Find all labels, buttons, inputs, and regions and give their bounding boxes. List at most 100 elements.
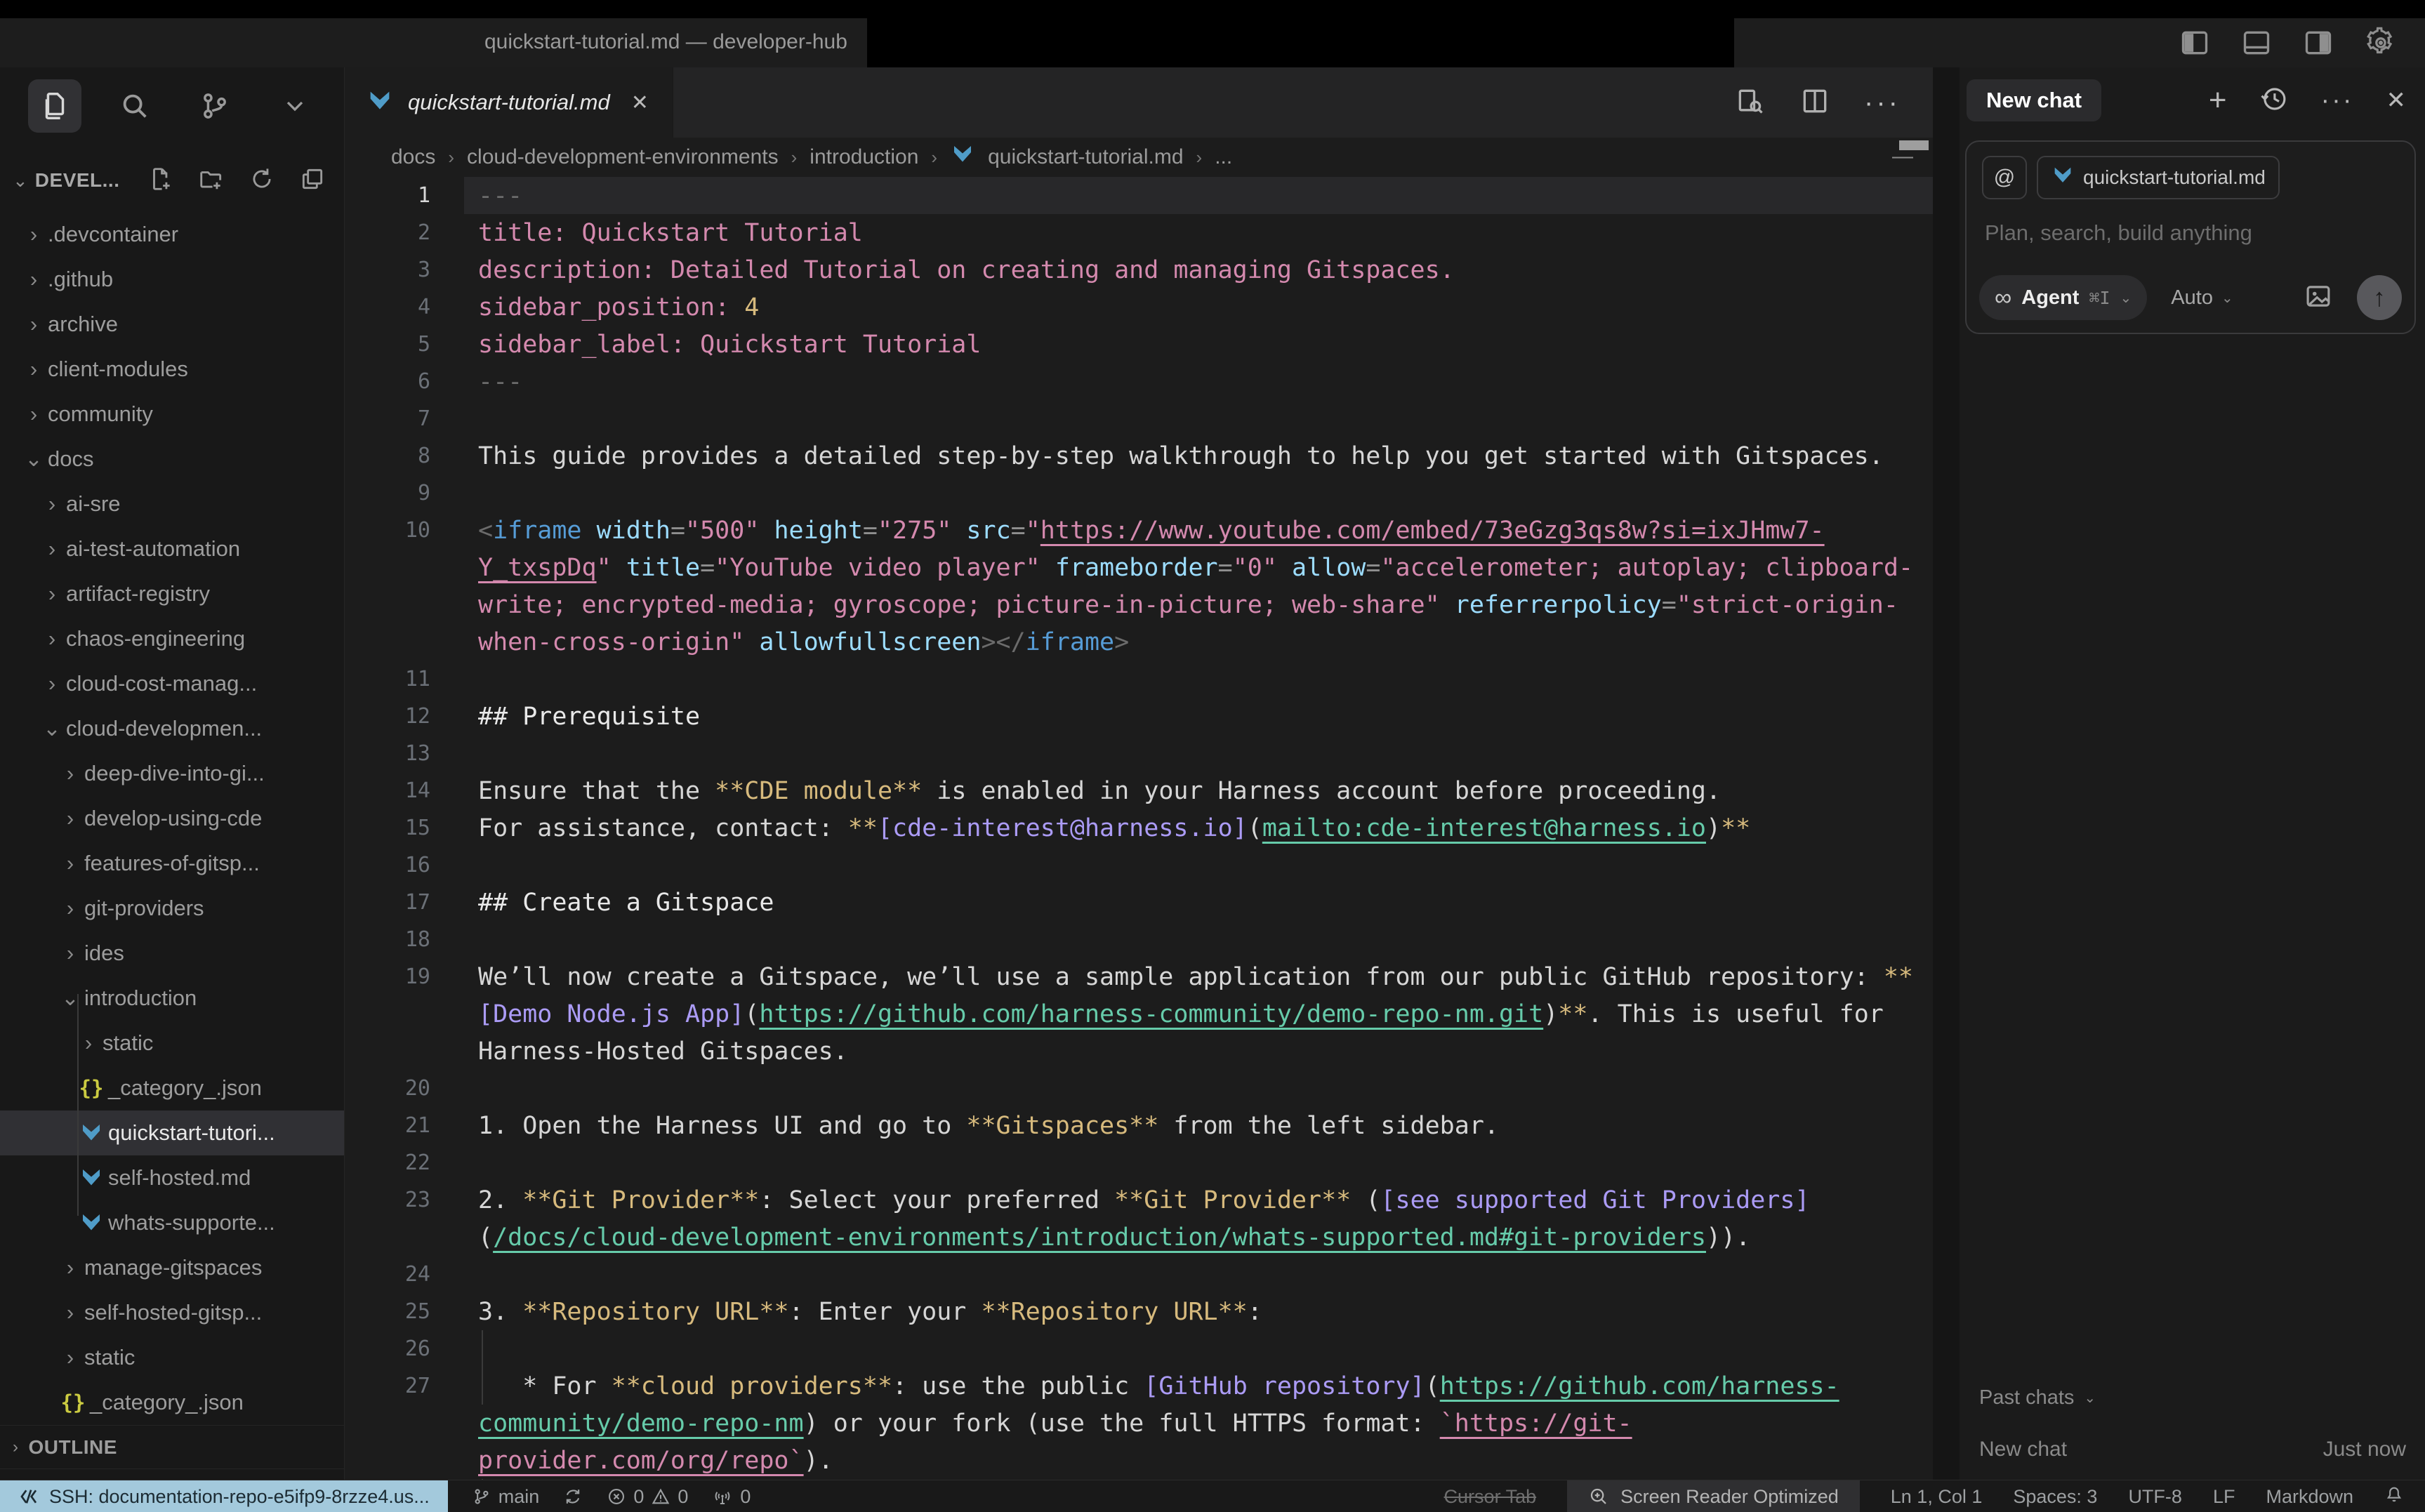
tree-item-artifact-registry[interactable]: ›artifact-registry <box>0 571 344 616</box>
editor-line-5[interactable]: 5sidebar_label: Quickstart Tutorial <box>345 326 1933 363</box>
tree-item-features-of-gitsp-[interactable]: ›features-of-gitsp... <box>0 841 344 886</box>
editor-line-9[interactable]: 9 <box>345 475 1933 512</box>
tree-item-static[interactable]: ›static <box>0 1021 344 1066</box>
tree-item-quickstart-tutori-[interactable]: quickstart-tutori... <box>0 1110 344 1155</box>
tree-item-static[interactable]: ›static <box>0 1335 344 1380</box>
notifications-bell-icon[interactable] <box>2384 1485 2404 1509</box>
editor-line-wrap[interactable]: when-cross-origin" allowfullscreen></ifr… <box>345 623 1933 661</box>
breadcrumb-item-file[interactable]: quickstart-tutorial.md <box>988 145 1183 169</box>
new-folder-icon[interactable] <box>198 166 225 196</box>
chat-close-icon[interactable]: ✕ <box>2386 86 2407 114</box>
editor-line-wrap[interactable]: [Demo Node.js App](https://github.com/ha… <box>345 995 1933 1033</box>
panel-resizer[interactable] <box>1933 67 1960 1480</box>
editor-line-15[interactable]: 15For assistance, contact: **[cde-intere… <box>345 809 1933 847</box>
tree-item-chaos-engineering[interactable]: ›chaos-engineering <box>0 616 344 661</box>
editor-scrollbar-thumb[interactable] <box>1899 140 1929 150</box>
encoding-setting[interactable]: UTF-8 <box>2128 1486 2182 1508</box>
editor-line-14[interactable]: 14Ensure that the **CDE module** is enab… <box>345 772 1933 809</box>
refresh-icon[interactable] <box>249 166 275 196</box>
close-tab-icon[interactable]: ✕ <box>631 91 649 115</box>
editor-line-20[interactable]: 20 <box>345 1070 1933 1107</box>
editor-line-19[interactable]: 19We’ll now create a Gitspace, we’ll use… <box>345 958 1933 995</box>
editor-line-wrap[interactable]: (/docs/cloud-development-environments/in… <box>345 1219 1933 1256</box>
editor-line-26[interactable]: 26 <box>345 1330 1933 1367</box>
cursor-tab-toggle[interactable]: Cursor Tab <box>1444 1486 1537 1508</box>
past-chats-toggle[interactable]: Past chats ⌄ <box>1979 1386 2406 1410</box>
agent-mode-selector[interactable]: ∞ Agent ⌘I ⌄ <box>1979 275 2147 320</box>
chat-tab-new-chat[interactable]: New chat <box>1967 79 2101 121</box>
chat-input-box[interactable]: @ quickstart-tutorial.md Plan, search, b… <box>1965 140 2416 334</box>
sync-changes-button[interactable] <box>563 1487 583 1506</box>
editor-line-27[interactable]: 27 * For **cloud providers**: use the pu… <box>345 1367 1933 1405</box>
editor-line-2[interactable]: 2title: Quickstart Tutorial <box>345 214 1933 251</box>
editor-line-wrap[interactable]: Harness-Hosted Gitspaces. <box>345 1033 1933 1070</box>
editor-line-1[interactable]: 1--- <box>345 177 1933 214</box>
outline-section[interactable]: › OUTLINE <box>0 1425 344 1468</box>
editor-line-wrap[interactable]: community/demo-repo-nm) or your fork (us… <box>345 1405 1933 1442</box>
indentation-setting[interactable]: Spaces: 3 <box>2013 1486 2097 1508</box>
tree-item-docs[interactable]: ⌄docs <box>0 437 344 482</box>
tree-item-self-hosted-gitsp-[interactable]: ›self-hosted-gitsp... <box>0 1290 344 1335</box>
new-file-icon[interactable] <box>147 166 174 196</box>
editor-content[interactable]: 1---2title: Quickstart Tutorial3descript… <box>345 177 1933 1480</box>
editor-more-actions-icon[interactable]: ··· <box>1864 87 1901 119</box>
model-selector[interactable]: Auto ⌄ <box>2171 286 2233 310</box>
collapse-folders-icon[interactable] <box>299 166 326 196</box>
tree-item-cloud-developmen-[interactable]: ⌄cloud-developmen... <box>0 706 344 751</box>
eol-setting[interactable]: LF <box>2213 1486 2235 1508</box>
breadcrumb[interactable]: docs›cloud-development-environments›intr… <box>345 138 1933 177</box>
editor-line-wrap[interactable]: provider.com/org/repo`). <box>345 1442 1933 1479</box>
tree-item-client-modules[interactable]: ›client-modules <box>0 347 344 392</box>
tree-item-cloud-cost-manag-[interactable]: ›cloud-cost-manag... <box>0 661 344 706</box>
tree-item-community[interactable]: ›community <box>0 392 344 437</box>
editor-line-8[interactable]: 8This guide provides a detailed step-by-… <box>345 437 1933 475</box>
cursor-position[interactable]: Ln 1, Col 1 <box>1891 1486 1983 1508</box>
editor-line-17[interactable]: 17## Create a Gitspace <box>345 884 1933 921</box>
chat-more-icon[interactable]: ··· <box>2321 86 2354 116</box>
send-button[interactable]: ↑ <box>2357 275 2402 320</box>
editor-line-25[interactable]: 253. **Repository URL**: Enter your **Re… <box>345 1293 1933 1330</box>
breadcrumb-item[interactable]: introduction <box>810 145 918 169</box>
tree-item--devcontainer[interactable]: ›.devcontainer <box>0 212 344 257</box>
toggle-right-panel-icon[interactable] <box>2303 27 2334 58</box>
tree-item-deep-dive-into-gi-[interactable]: ›deep-dive-into-gi... <box>0 751 344 796</box>
explorer-icon[interactable] <box>28 79 81 133</box>
branch-indicator[interactable]: main <box>472 1486 540 1508</box>
add-context-button[interactable]: @ <box>1982 156 2027 199</box>
source-control-icon[interactable] <box>188 79 242 133</box>
screen-reader-mode[interactable]: Screen Reader Optimized <box>1567 1480 1860 1512</box>
tree-item-manage-gitspaces[interactable]: ›manage-gitspaces <box>0 1245 344 1290</box>
search-icon[interactable] <box>108 79 161 133</box>
editor-line-10[interactable]: 10<iframe width="500" height="275" src="… <box>345 512 1933 549</box>
tree-item--github[interactable]: ›.github <box>0 257 344 302</box>
tree-item-introduction[interactable]: ⌄introduction <box>0 976 344 1021</box>
editor-line-6[interactable]: 6--- <box>345 363 1933 400</box>
toggle-bottom-panel-icon[interactable] <box>2241 27 2272 58</box>
tree-item-ides[interactable]: ›ides <box>0 931 344 976</box>
past-chat-item[interactable]: New chat <box>1979 1438 2067 1461</box>
editor-line-wrap[interactable]: Y_txspDq" title="YouTube video player" f… <box>345 549 1933 586</box>
problems-indicator[interactable]: 0 0 <box>607 1486 688 1508</box>
tree-item-self-hosted-md[interactable]: self-hosted.md <box>0 1155 344 1200</box>
editor-line-18[interactable]: 18 <box>345 921 1933 958</box>
tab-quickstart-tutorial[interactable]: quickstart-tutorial.md ✕ <box>345 67 673 138</box>
language-mode[interactable]: Markdown <box>2266 1486 2353 1508</box>
tree-item-develop-using-cde[interactable]: ›develop-using-cde <box>0 796 344 841</box>
remote-indicator[interactable]: SSH: documentation-repo-e5ifp9-8rzze4.us… <box>0 1480 448 1512</box>
split-editor-icon[interactable] <box>1799 86 1830 120</box>
editor-line-7[interactable]: 7 <box>345 400 1933 437</box>
breadcrumb-item-symbol[interactable]: ... <box>1215 145 1232 169</box>
editor-line-22[interactable]: 22 <box>345 1144 1933 1181</box>
tree-item-archive[interactable]: ›archive <box>0 302 344 347</box>
editor-line-3[interactable]: 3description: Detailed Tutorial on creat… <box>345 251 1933 289</box>
editor-line-4[interactable]: 4sidebar_position: 4 <box>345 289 1933 326</box>
editor-line-12[interactable]: 12## Prerequisite <box>345 698 1933 735</box>
breadcrumb-item[interactable]: docs <box>391 145 435 169</box>
open-preview-icon[interactable] <box>1735 86 1766 120</box>
tree-item--category-json[interactable]: {}_category_.json <box>0 1066 344 1110</box>
editor-line-24[interactable]: 24 <box>345 1256 1933 1293</box>
attach-image-icon[interactable] <box>2304 281 2333 314</box>
editor-line-21[interactable]: 211. Open the Harness UI and go to **Git… <box>345 1107 1933 1144</box>
editor-line-13[interactable]: 13 <box>345 735 1933 772</box>
toggle-left-panel-icon[interactable] <box>2179 27 2210 58</box>
